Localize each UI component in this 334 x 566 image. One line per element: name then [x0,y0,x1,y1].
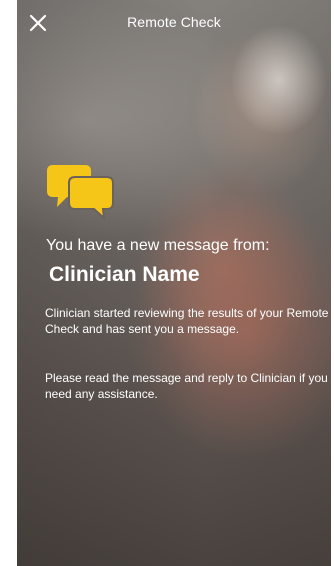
sender-name: Clinician Name [49,263,200,286]
message-intro: You have a new message from: [46,237,270,254]
message-body: Clinician started reviewing the results … [45,306,329,336]
top-bar: Remote Check [17,0,331,44]
page-title: Remote Check [127,14,221,30]
remote-check-screen: Remote Check You have a new message from… [17,0,331,566]
chat-bubbles-icon [47,165,114,219]
message-instruction: Please read the message and reply to Cli… [45,371,328,401]
